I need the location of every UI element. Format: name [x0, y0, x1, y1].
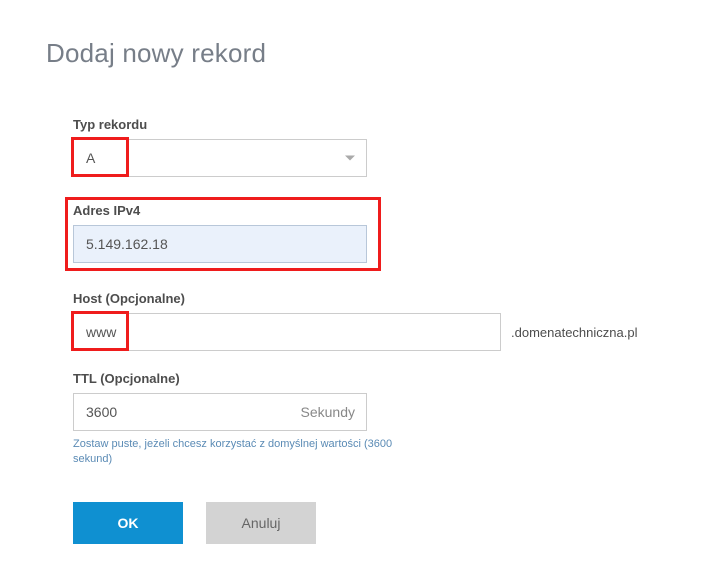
host-input[interactable]: [73, 313, 501, 351]
host-label: Host (Opcjonalne): [73, 291, 678, 306]
chevron-down-icon: [345, 156, 355, 161]
ok-button[interactable]: OK: [73, 502, 183, 544]
ipv4-label: Adres IPv4: [73, 203, 373, 218]
dns-record-form: Typ rekordu A Adres IPv4 Host (Opcjonaln…: [46, 117, 678, 468]
button-row: OK Anuluj: [46, 502, 678, 544]
record-type-select[interactable]: A: [73, 139, 367, 177]
domain-suffix: .domenatechniczna.pl: [511, 325, 637, 340]
host-group: Host (Opcjonalne) .domenatechniczna.pl: [73, 291, 678, 351]
ipv4-group: Adres IPv4: [65, 197, 381, 271]
record-type-group: Typ rekordu A: [73, 117, 678, 177]
record-type-label: Typ rekordu: [73, 117, 678, 132]
ttl-hint: Zostaw puste, jeżeli chcesz korzystać z …: [73, 437, 433, 468]
page-title: Dodaj nowy rekord: [46, 38, 678, 69]
cancel-button[interactable]: Anuluj: [206, 502, 316, 544]
record-type-value: A: [86, 150, 95, 166]
ttl-input[interactable]: [73, 393, 367, 431]
ttl-label: TTL (Opcjonalne): [73, 371, 678, 386]
ttl-group: TTL (Opcjonalne) Sekundy Zostaw puste, j…: [73, 371, 678, 468]
ipv4-input[interactable]: [73, 225, 367, 263]
